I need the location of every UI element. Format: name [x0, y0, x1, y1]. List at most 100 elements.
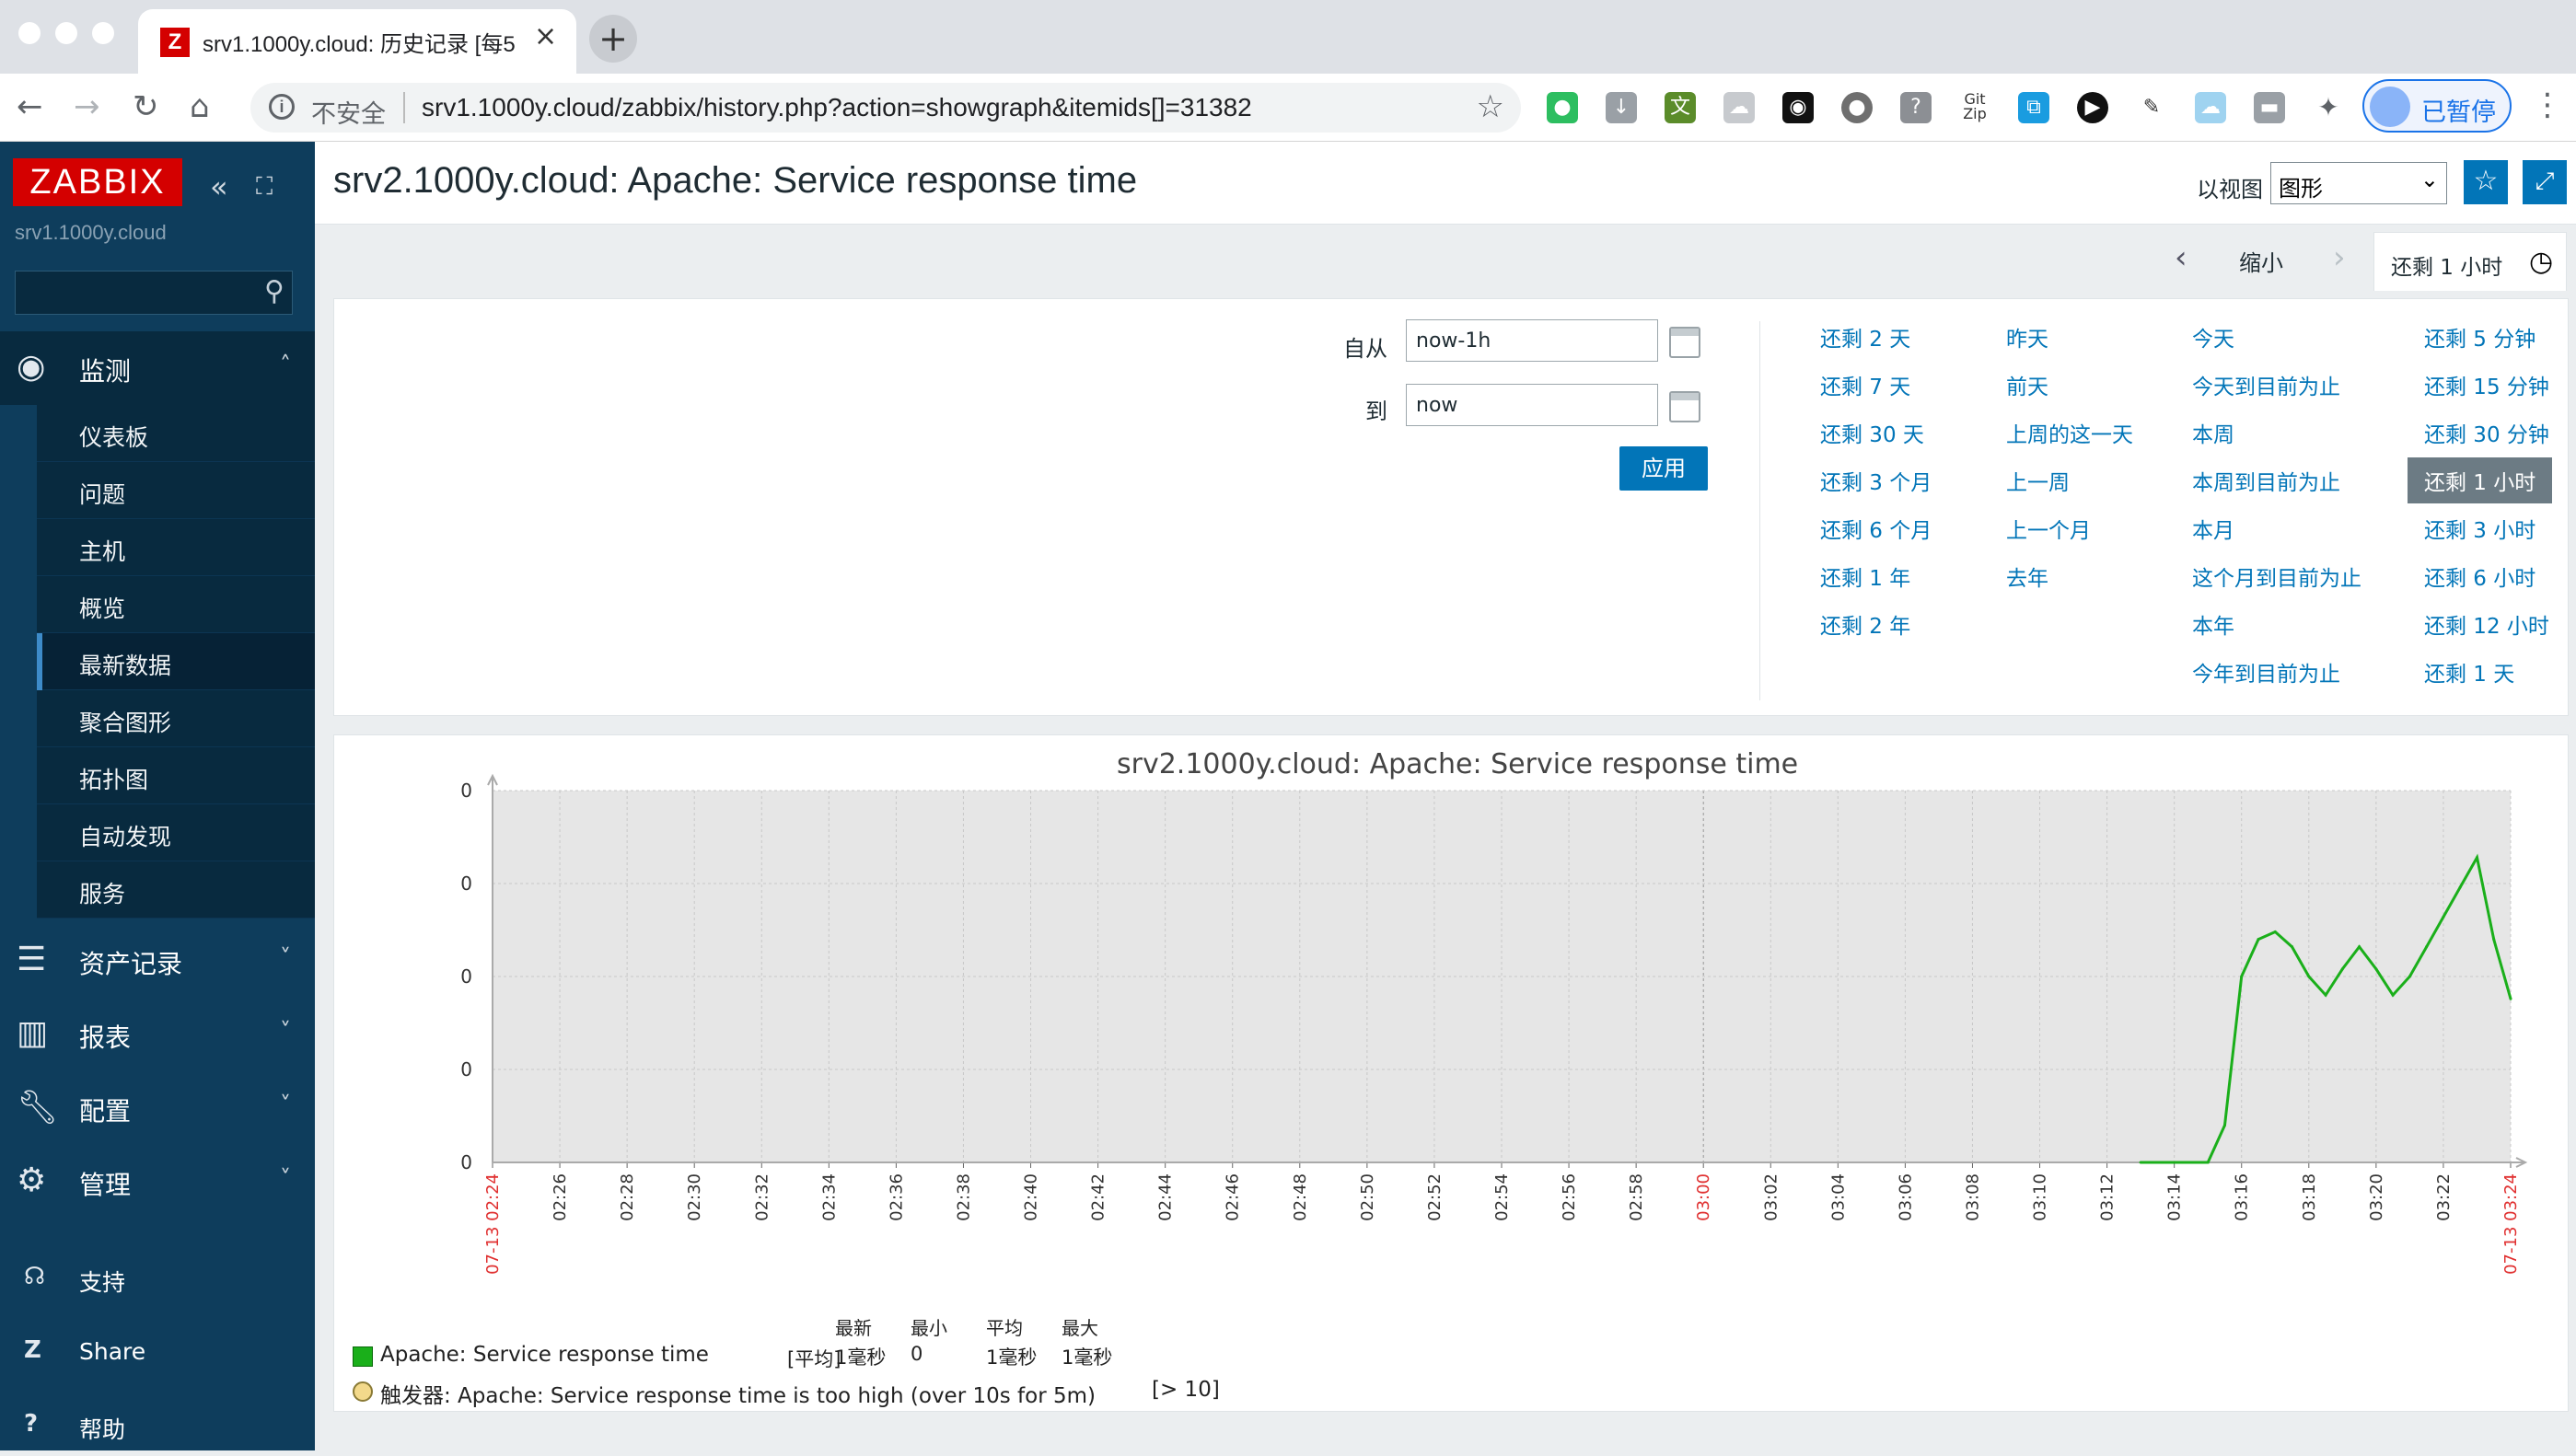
time-next-icon[interactable]: › — [2333, 239, 2346, 276]
quick-range-link[interactable]: 昨天 — [2006, 321, 2048, 352]
home-icon[interactable]: ⌂ — [190, 88, 210, 125]
quick-range-link[interactable]: 还剩 6 个月 — [1820, 513, 1932, 544]
new-tab-button[interactable]: + — [589, 15, 637, 63]
sidebar-section-configuration[interactable]: 🔧︎ 配置 ˅ — [0, 1071, 315, 1145]
sidebar-support-link[interactable]: ☊ 支持 — [0, 1244, 315, 1309]
sidebar-item-latest-data[interactable]: 最新数据 — [37, 633, 315, 690]
y-tick-label: 0 — [460, 872, 472, 895]
quick-range-link[interactable]: 还剩 1 小时 — [2408, 457, 2553, 503]
quick-range-link[interactable]: 还剩 7 天 — [1820, 369, 1910, 400]
cloud-icon[interactable]: ☁ — [1723, 92, 1755, 123]
server-name: srv1.1000y.cloud — [15, 221, 167, 244]
forward-icon[interactable]: → — [74, 88, 100, 125]
quick-range-link[interactable]: 还剩 5 分钟 — [2424, 321, 2535, 352]
gitzip-icon[interactable]: Git Zip — [1959, 92, 1990, 123]
help-ext-icon[interactable]: ? — [1900, 92, 1932, 123]
quick-range-link[interactable]: 上一个月 — [2006, 513, 2091, 544]
time-prev-icon[interactable]: ‹ — [2175, 239, 2187, 276]
tampermonkey-icon[interactable]: ◉ — [1782, 92, 1814, 123]
sidebar-section-monitoring[interactable]: ◉ 监测 ˄ — [0, 331, 315, 405]
evernote-icon[interactable]: ● — [1547, 92, 1578, 123]
kiosk-mode-icon[interactable]: ⛶ — [256, 173, 273, 202]
collapse-sidebar-icon[interactable]: « — [210, 169, 228, 204]
cloud-blue-icon[interactable]: ☁ — [2195, 92, 2226, 123]
sidebar-item-hosts[interactable]: 主机 — [37, 519, 315, 576]
translate-icon[interactable]: 文 — [1665, 92, 1696, 123]
fullscreen-button[interactable]: ⤢ — [2523, 160, 2567, 204]
url-text[interactable]: srv1.1000y.cloud/zabbix/history.php?acti… — [422, 93, 1252, 122]
search-icon[interactable]: ⚲ — [264, 275, 284, 307]
back-icon[interactable]: ← — [17, 88, 43, 125]
window-maximize-dot[interactable] — [92, 22, 114, 44]
zoom-out-button[interactable]: 缩小 — [2239, 245, 2283, 277]
sidebar-item-discovery[interactable]: 自动发现 — [37, 804, 315, 861]
quick-range-link[interactable]: 还剩 3 小时 — [2424, 513, 2535, 544]
reload-icon[interactable]: ↻ — [133, 88, 159, 125]
quick-range-link[interactable]: 去年 — [2006, 560, 2048, 592]
window-close-dot[interactable] — [18, 22, 41, 44]
sidebar-item-services[interactable]: 服务 — [37, 861, 315, 919]
zabbix-logo[interactable]: ZABBIX — [13, 158, 182, 206]
time-filter-panel: 自从 now-1h 到 now 应用 还剩 2 天还剩 7 天还剩 30 天还剩… — [333, 298, 2569, 716]
quick-range-link[interactable]: 还剩 12 小时 — [2424, 608, 2549, 640]
tool-icon[interactable]: ✎ — [2136, 92, 2167, 123]
sidebar-section-inventory[interactable]: ☰ 资产记录 ˅ — [0, 924, 315, 998]
folder-icon[interactable]: ▬ — [2254, 92, 2285, 123]
quick-range-link[interactable]: 还剩 30 天 — [1820, 417, 1924, 448]
x-tick-label: 02:28 — [618, 1173, 637, 1221]
quick-range-link[interactable]: 今天到目前为止 — [2192, 369, 2340, 400]
quick-range-link[interactable]: 本周 — [2192, 417, 2234, 448]
x-tick-label: 03:00 — [1694, 1173, 1713, 1221]
profile-button[interactable]: 已暂停 — [2362, 79, 2512, 133]
calendar-icon[interactable] — [1669, 327, 1700, 358]
apply-button[interactable]: 应用 — [1619, 446, 1708, 491]
sidebar-item-maps[interactable]: 拓扑图 — [37, 747, 315, 804]
quick-range-link[interactable]: 本周到目前为止 — [2192, 465, 2340, 496]
quick-range-link[interactable]: 还剩 2 年 — [1820, 608, 1910, 640]
window-minimize-dot[interactable] — [55, 22, 77, 44]
extensions-puzzle-icon[interactable]: ✦ — [2313, 92, 2344, 123]
quick-range-link[interactable]: 前天 — [2006, 369, 2048, 400]
browser-menu-icon[interactable]: ⋮ — [2532, 87, 2563, 123]
tab-close-icon[interactable]: × — [534, 20, 557, 52]
quick-range-link[interactable]: 今天 — [2192, 321, 2234, 352]
quick-range-link[interactable]: 上周的这一天 — [2006, 417, 2133, 448]
sidebar-help-link[interactable]: ? 帮助 — [0, 1392, 315, 1456]
browser-tab[interactable]: Z srv1.1000y.cloud: 历史记录 [每5 × — [138, 9, 576, 74]
quick-range-link[interactable]: 还剩 30 分钟 — [2424, 417, 2549, 448]
sidebar-item-dashboard[interactable]: 仪表板 — [37, 405, 315, 462]
sidebar-section-administration[interactable]: ⚙ 管理 ˅ — [0, 1145, 315, 1219]
sidebar-search-input[interactable]: ⚲ — [15, 271, 293, 315]
tab-time-period[interactable]: 还剩 1 小时 ◷ — [2373, 232, 2567, 291]
quick-range-link[interactable]: 还剩 6 小时 — [2424, 560, 2535, 592]
view-as-select[interactable]: 图形 ⌄ — [2270, 162, 2447, 204]
quick-range-link[interactable]: 这个月到目前为止 — [2192, 560, 2361, 592]
quick-range-link[interactable]: 还剩 3 个月 — [1820, 465, 1932, 496]
bookmark-star-icon[interactable]: ☆ — [1477, 88, 1504, 125]
sidebar-item-overview[interactable]: 概览 — [37, 576, 315, 633]
to-input[interactable]: now — [1406, 384, 1658, 426]
download-icon[interactable]: ↓ — [1606, 92, 1637, 123]
from-input[interactable]: now-1h — [1406, 319, 1658, 362]
calendar-icon[interactable] — [1669, 391, 1700, 422]
quick-range-link[interactable]: 还剩 1 天 — [2424, 656, 2514, 688]
quick-range-link[interactable]: 还剩 2 天 — [1820, 321, 1910, 352]
favorite-star-button[interactable]: ☆ — [2464, 160, 2508, 204]
sidebar-item-problems[interactable]: 问题 — [37, 462, 315, 519]
sidebar-share-link[interactable]: Z Share — [0, 1318, 315, 1382]
info-icon[interactable]: i — [269, 94, 295, 120]
quick-range-link[interactable]: 今年到目前为止 — [2192, 656, 2340, 688]
play-icon[interactable]: ▶ — [2077, 92, 2108, 123]
quick-range-link[interactable]: 本月 — [2192, 513, 2234, 544]
screenshot-icon[interactable]: ⧉ — [2018, 92, 2049, 123]
quick-range-link[interactable]: 还剩 15 分钟 — [2424, 369, 2549, 400]
quick-range-link[interactable]: 还剩 1 年 — [1820, 560, 1910, 592]
address-bar[interactable]: i 不安全 srv1.1000y.cloud/zabbix/history.ph… — [250, 83, 1521, 133]
quick-range-link[interactable]: 本年 — [2192, 608, 2234, 640]
sidebar-item-screens[interactable]: 聚合图形 — [37, 690, 315, 747]
trigger-condition: [> 10] — [1152, 1378, 1220, 1402]
share-z-icon: Z — [24, 1336, 41, 1364]
record-icon[interactable]: ● — [1841, 92, 1873, 123]
quick-range-link[interactable]: 上一周 — [2006, 465, 2070, 496]
sidebar-section-reports[interactable]: ▥ 报表 ˅ — [0, 998, 315, 1071]
